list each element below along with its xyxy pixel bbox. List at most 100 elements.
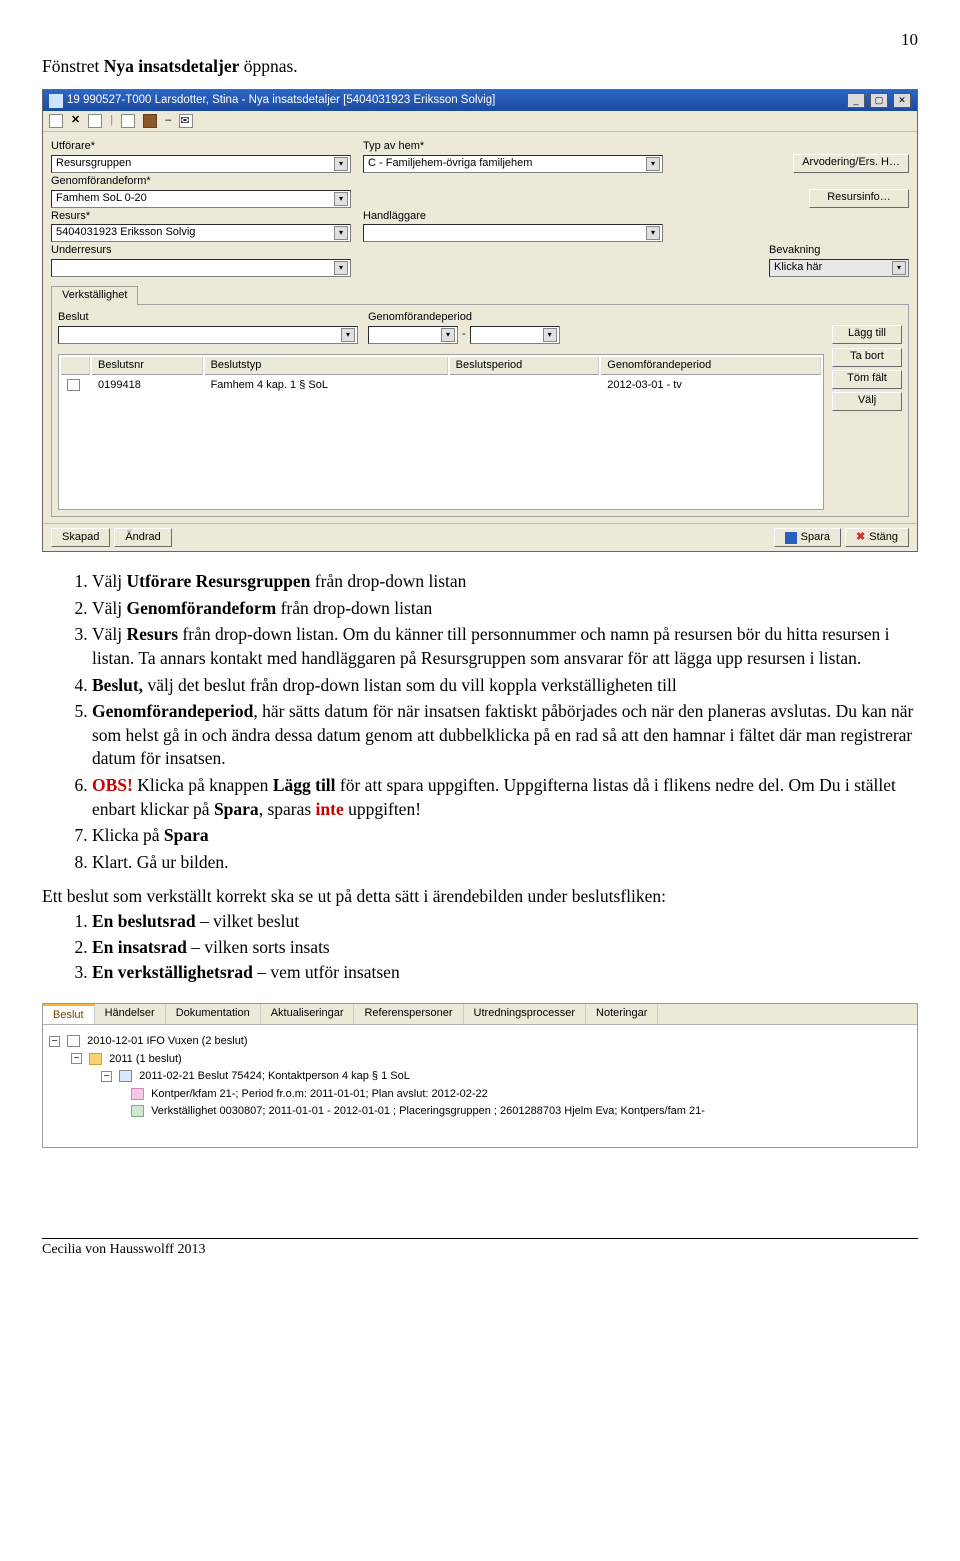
- resursinfo-button[interactable]: Resursinfo…: [809, 189, 909, 208]
- sheet-icon[interactable]: [88, 114, 102, 128]
- utforare-dropdown[interactable]: Resursgruppen ▾: [51, 155, 351, 173]
- summary-1: En beslutsrad – vilket beslut: [92, 910, 918, 934]
- summary-list: En beslutsrad – vilket beslut En insatsr…: [66, 910, 918, 985]
- cell-beslutsperiod: [450, 377, 600, 395]
- tree-node-year[interactable]: − 2011 (1 beslut): [49, 1051, 911, 1069]
- beslut-dropdown[interactable]: ▾: [58, 326, 358, 344]
- resurs-value: 5404031923 Eriksson Solvig: [56, 226, 195, 240]
- tab-beslut[interactable]: Beslut: [43, 1004, 95, 1024]
- resurs-dropdown[interactable]: 5404031923 Eriksson Solvig ▾: [51, 224, 351, 242]
- tab-noteringar[interactable]: Noteringar: [586, 1004, 658, 1024]
- cell-beslutstyp: Famhem 4 kap. 1 § SoL: [205, 377, 448, 395]
- folder-icon: [89, 1053, 102, 1065]
- tom-falt-button[interactable]: Töm fält: [832, 370, 902, 389]
- save-icon: [785, 532, 797, 544]
- step-4: Beslut, välj det beslut från drop-down l…: [92, 674, 918, 698]
- genomforandeform-dropdown[interactable]: Famhem SoL 0-20 ▾: [51, 190, 351, 208]
- chevron-down-icon: ▾: [543, 328, 557, 342]
- mail-icon[interactable]: ✉: [179, 114, 193, 128]
- collapse-icon[interactable]: −: [101, 1071, 112, 1082]
- step-5: Genomförandeperiod, här sätts datum för …: [92, 700, 918, 771]
- chevron-down-icon: ▾: [441, 328, 455, 342]
- window-app-icon: [49, 94, 63, 108]
- period-to-input[interactable]: ▾: [470, 326, 560, 344]
- typavhem-label: Typ av hem*: [363, 140, 663, 154]
- period-separator: -: [462, 328, 466, 342]
- utforare-label: Utförare*: [51, 140, 351, 154]
- row-icon: [67, 379, 80, 391]
- col-genomforandeperiod: Genomförandeperiod: [601, 357, 821, 376]
- tree-node-insats[interactable]: Kontper/kfam 21-; Period fr.o.m: 2011-01…: [49, 1086, 911, 1104]
- close-button[interactable]: ✕: [893, 93, 911, 108]
- summary-3: En verkställighetsrad – vem utför insats…: [92, 961, 918, 985]
- step-6: OBS! Klicka på knappen Lägg till för att…: [92, 774, 918, 821]
- tab-referenspersoner[interactable]: Referenspersoner: [354, 1004, 463, 1024]
- chevron-down-icon: ▾: [334, 157, 348, 171]
- page-number: 10: [42, 30, 918, 50]
- collapse-icon[interactable]: −: [71, 1053, 82, 1064]
- genomforandeform-label: Genomförandeform*: [51, 175, 351, 189]
- bevakning-value: Klicka här: [774, 261, 822, 275]
- bevakning-label: Bevakning: [769, 244, 909, 258]
- tab-utredningsprocesser[interactable]: Utredningsprocesser: [464, 1004, 587, 1024]
- separator: |: [110, 114, 113, 128]
- pin-icon[interactable]: [121, 114, 135, 128]
- underresurs-dropdown[interactable]: ▾: [51, 259, 351, 277]
- tree-node-beslut[interactable]: − 2011-02-21 Beslut 75424; Kontaktperson…: [49, 1068, 911, 1086]
- bevakning-dropdown[interactable]: Klicka här ▾: [769, 259, 909, 277]
- col-beslutstyp: Beslutstyp: [205, 357, 448, 376]
- tab-strip: Beslut Händelser Dokumentation Aktualise…: [43, 1004, 917, 1025]
- chevron-down-icon: ▾: [646, 157, 660, 171]
- table-row[interactable]: 0199418 Famhem 4 kap. 1 § SoL 2012-03-01…: [61, 377, 821, 395]
- step-2: Välj Genomförandeform från drop-down lis…: [92, 597, 918, 621]
- chevron-down-icon: ▾: [341, 328, 355, 342]
- window-titlebar: 19 990527-T000 Larsdotter, Stina - Nya i…: [43, 90, 917, 111]
- summary-2: En insatsrad – vilken sorts insats: [92, 936, 918, 960]
- step-8: Klart. Gå ur bilden.: [92, 851, 918, 875]
- typavhem-dropdown[interactable]: C - Familjehem-övriga familjehem ▾: [363, 155, 663, 173]
- sheet-icon: [119, 1070, 132, 1082]
- screenshot-insatsdetaljer: 19 990527-T000 Larsdotter, Stina - Nya i…: [42, 89, 918, 552]
- utforare-value: Resursgruppen: [56, 157, 131, 171]
- minimize-button[interactable]: _: [847, 93, 865, 108]
- skapad-button[interactable]: Skapad: [51, 528, 110, 547]
- tree-node-root[interactable]: − 2010-12-01 IFO Vuxen (2 beslut): [49, 1033, 911, 1051]
- chevron-down-icon: ▾: [334, 226, 348, 240]
- underresurs-label: Underresurs: [51, 244, 351, 258]
- doc-icon[interactable]: [49, 114, 63, 128]
- tab-verkstallighet[interactable]: Verkställighet: [51, 286, 138, 305]
- stang-button[interactable]: ✖ Stäng: [845, 528, 909, 547]
- maximize-button[interactable]: ▢: [870, 93, 888, 108]
- collapse-icon[interactable]: −: [49, 1036, 60, 1047]
- step-7: Klicka på Spara: [92, 824, 918, 848]
- doc-icon: [67, 1035, 80, 1047]
- cell-genomforandeperiod: 2012-03-01 - tv: [601, 377, 821, 395]
- period-from-input[interactable]: ▾: [368, 326, 458, 344]
- tab-dokumentation[interactable]: Dokumentation: [166, 1004, 261, 1024]
- chevron-down-icon: ▾: [334, 261, 348, 275]
- handlaggare-dropdown[interactable]: ▾: [363, 224, 663, 242]
- tree-node-verkstallighet[interactable]: Verkställighet 0030807; 2011-01-01 - 201…: [49, 1103, 911, 1121]
- page-footer: Cecilia von Hausswolff 2013: [42, 1238, 918, 1258]
- ta-bort-button[interactable]: Ta bort: [832, 348, 902, 367]
- chevron-down-icon: ▾: [892, 261, 906, 275]
- window-title: 19 990527-T000 Larsdotter, Stina - Nya i…: [67, 93, 842, 107]
- tab-handelser[interactable]: Händelser: [95, 1004, 166, 1024]
- step-3: Välj Resurs från drop-down listan. Om du…: [92, 623, 918, 670]
- beslut-label: Beslut: [58, 311, 358, 325]
- chevron-down-icon: ▾: [334, 192, 348, 206]
- col-beslutsnr: Beslutsnr: [92, 357, 203, 376]
- x-icon[interactable]: ✕: [71, 114, 80, 128]
- handlaggare-label: Handläggare: [363, 210, 663, 224]
- tab-aktualiseringar[interactable]: Aktualiseringar: [261, 1004, 355, 1024]
- valj-button[interactable]: Välj: [832, 392, 902, 411]
- steps-list: Välj Utförare Resursgruppen från drop-do…: [66, 570, 918, 875]
- step-1: Välj Utförare Resursgruppen från drop-do…: [92, 570, 918, 594]
- andrad-button[interactable]: Ändrad: [114, 528, 171, 547]
- dash-icon: –: [165, 114, 171, 128]
- book-icon[interactable]: [143, 114, 157, 128]
- people-icon: [131, 1088, 144, 1100]
- lagg-till-button[interactable]: Lägg till: [832, 325, 902, 344]
- arvodering-button[interactable]: Arvodering/Ers. H…: [793, 154, 909, 173]
- spara-button[interactable]: Spara: [774, 528, 841, 547]
